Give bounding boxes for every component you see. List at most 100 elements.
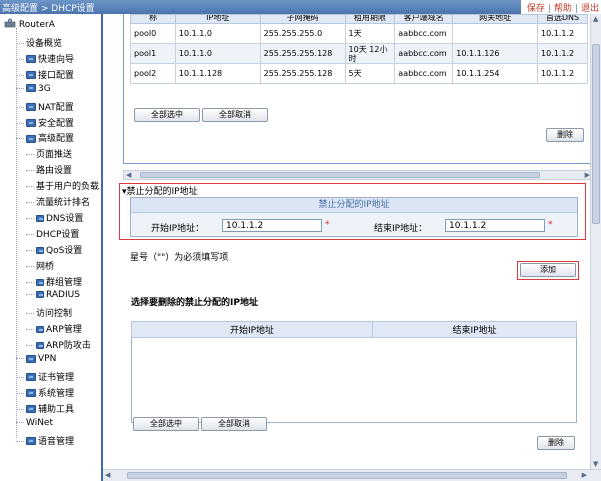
start-ip-label: 开始IP地址： [151, 224, 205, 234]
top-bar: 高级配置 > DHCP设置 保存 | 帮助 | 退出 [0, 0, 601, 14]
add-button[interactable]: 添加 [520, 263, 576, 277]
pool-delete-button[interactable]: 删除 [546, 128, 584, 142]
sidebar-item[interactable]: 设备概览 [16, 36, 62, 49]
folder-icon [26, 119, 36, 127]
address-pool-table: 称 IP地址 子网掩码 租用期限 客户端域名 网关地址 首选DNS pool0 … [130, 14, 588, 84]
sidebar-item[interactable]: 页面推送 [26, 147, 72, 160]
sidebar-item-label: DHCP设置 [36, 229, 80, 240]
col-dns: 首选DNS [537, 14, 588, 24]
folder-icon [26, 373, 36, 382]
sidebar-item-label: 快速向导 [38, 54, 75, 65]
breadcrumb: 高级配置 > DHCP设置 [2, 4, 95, 14]
folder-icon [36, 291, 44, 299]
sidebar-item[interactable]: 语音管理 [16, 434, 74, 447]
sidebar-item[interactable]: 网桥 [26, 259, 54, 272]
sidebar-item[interactable]: 群组管理 [26, 275, 82, 288]
col-end-ip: 结束IP地址 [372, 321, 577, 338]
scroll-left-icon[interactable]: ◀ [126, 171, 131, 179]
sidebar-item-label: 基于用户的负载 [36, 182, 100, 193]
sidebar-item-label: 接口配置 [38, 70, 75, 81]
table-row[interactable]: pool2 10.1.1.128 255.255.255.128 5天 aabb… [130, 63, 588, 84]
folder-icon [26, 103, 36, 112]
pool-deselect-all-button[interactable]: 全部取消 [202, 108, 268, 122]
sidebar-item-label: 路由设置 [36, 166, 73, 177]
col-name: 称 [130, 14, 176, 24]
cell: 10.1.1.0 [174, 43, 261, 64]
forbid-deselect-all-button[interactable]: 全部取消 [201, 417, 267, 431]
sidebar-item[interactable]: 访问控制 [26, 306, 72, 319]
forbid-select-all-button[interactable]: 全部选中 [133, 417, 199, 431]
table-horizontal-scrollbar[interactable]: ◀ ▶ [123, 170, 593, 180]
sidebar-item[interactable]: DHCP设置 [26, 227, 79, 240]
folder-icon [36, 246, 44, 254]
start-ip-input[interactable] [222, 219, 322, 232]
sidebar-item[interactable]: QoS设置 [26, 243, 82, 256]
sidebar-item[interactable]: 证书管理 [16, 370, 74, 383]
sidebar-item[interactable]: ARP管理 [26, 322, 82, 335]
scroll-right-icon[interactable]: ▶ [582, 471, 587, 479]
cell [452, 23, 539, 44]
vertical-scroll-thumb[interactable] [592, 44, 600, 224]
pool-select-all-button[interactable]: 全部选中 [134, 108, 200, 122]
scroll-down-icon[interactable]: ▼ [593, 460, 598, 468]
sidebar-item[interactable]: 接口配置 [16, 68, 74, 81]
cell: 255.255.255.128 [259, 63, 346, 84]
sidebar-item[interactable]: 快速向导 [16, 52, 74, 65]
help-link[interactable]: 帮助 [554, 4, 572, 14]
sidebar-item[interactable]: 基于用户的负载 [26, 179, 99, 192]
cell: pool0 [130, 23, 176, 44]
sidebar-item-label: 语音管理 [38, 436, 75, 447]
horizontal-scroll-thumb[interactable] [127, 472, 567, 479]
sidebar-item-label: 证书管理 [38, 372, 75, 383]
cell: 10.1.1.126 [452, 43, 539, 64]
header-links: 保存 | 帮助 | 退出 [520, 0, 601, 14]
save-link[interactable]: 保存 [527, 4, 545, 14]
sidebar-item[interactable]: VPN [16, 354, 56, 364]
folder-icon [26, 405, 36, 414]
sidebar-item-label: WiNet [26, 417, 53, 428]
sidebar-item[interactable]: RADIUS [26, 290, 80, 300]
sidebar-item-label: NAT配置 [38, 102, 74, 113]
sidebar-item[interactable]: 系统管理 [16, 386, 74, 399]
sidebar-item[interactable]: 辅助工具 [16, 402, 74, 415]
empty-row [132, 338, 577, 423]
forbid-section-title: 禁止分配的IP地址 [126, 187, 198, 197]
vertical-scrollbar[interactable]: ▲ ▼ [590, 14, 601, 469]
folder-icon [26, 84, 36, 93]
sidebar-root[interactable]: RouterA [4, 17, 55, 30]
sidebar-item-label: 设备概览 [26, 39, 63, 49]
folder-icon [36, 214, 44, 222]
main-content: 称 IP地址 子网掩码 租用期限 客户端域名 网关地址 首选DNS pool0 … [103, 14, 601, 481]
cell: aabbcc.com [394, 23, 454, 44]
scroll-up-icon[interactable]: ▲ [593, 15, 598, 23]
sidebar-item-label: 流量统计排名 [36, 198, 91, 208]
folder-icon [36, 326, 44, 334]
sidebar-item[interactable]: 高级配置 [16, 131, 74, 144]
forbid-delete-button[interactable]: 删除 [537, 436, 575, 450]
sidebar-item[interactable]: 3G [16, 84, 51, 94]
horizontal-scrollbar[interactable]: ◀ ▶ [103, 469, 601, 481]
cell: 10.1.1.2 [537, 63, 588, 84]
scroll-thumb[interactable] [140, 172, 540, 178]
table-row[interactable]: pool0 10.1.1.0 255.255.255.0 1天 aabbcc.c… [130, 23, 588, 44]
sidebar-item-label: 3G [38, 83, 51, 94]
sidebar-item[interactable]: NAT配置 [16, 100, 74, 113]
sidebar-item[interactable]: WiNet [16, 418, 53, 428]
sidebar-item-label: 访问控制 [36, 309, 73, 320]
sidebar-item-label: 系统管理 [38, 388, 75, 399]
cell: 255.255.255.0 [259, 23, 346, 44]
scroll-left-icon[interactable]: ◀ [105, 471, 110, 479]
sidebar-item[interactable]: 流量统计排名 [26, 195, 90, 208]
sidebar-item[interactable]: ARP防攻击 [26, 338, 91, 351]
folder-icon [26, 389, 36, 398]
sidebar-item[interactable]: 安全配置 [16, 116, 74, 129]
cell: aabbcc.com [394, 63, 454, 84]
sidebar-item[interactable]: 路由设置 [26, 163, 72, 176]
sidebar-item[interactable]: DNS设置 [26, 211, 83, 224]
folder-icon [26, 71, 36, 80]
sidebar-item-label: 页面推送 [36, 150, 73, 161]
logout-link[interactable]: 退出 [581, 4, 599, 14]
table-row[interactable]: pool1 10.1.1.0 255.255.255.128 10天 12小时 … [130, 43, 588, 64]
end-ip-input[interactable] [445, 219, 545, 232]
forbid-section-toggle[interactable]: ▾禁止分配的IP地址 [122, 184, 198, 197]
